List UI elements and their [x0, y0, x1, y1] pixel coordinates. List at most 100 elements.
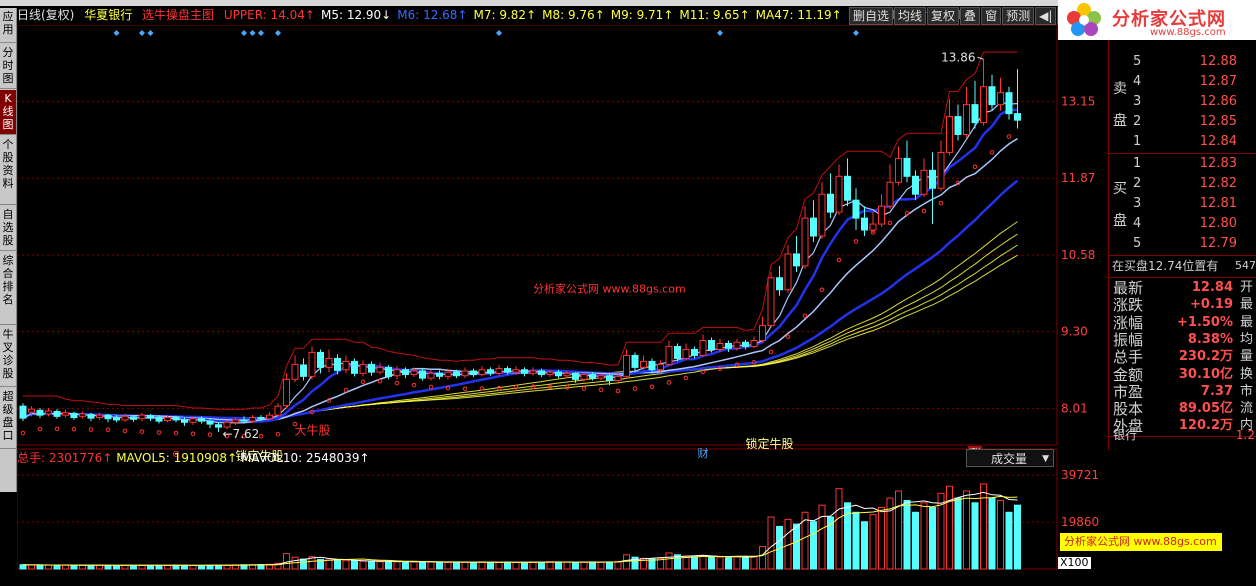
support-dot	[836, 257, 842, 263]
support-dot	[972, 164, 978, 170]
title-button-2[interactable]: 复权	[927, 7, 960, 25]
candle-body	[767, 277, 775, 327]
support-dot	[122, 428, 128, 434]
support-dot	[768, 349, 774, 355]
support-dot	[190, 431, 196, 437]
candle-body	[113, 417, 120, 421]
left-tab-2[interactable]: K线图	[0, 90, 16, 135]
candle-body	[206, 420, 214, 425]
indicator-value-3: M7: 9.82↑	[473, 8, 537, 22]
volume-bar	[45, 564, 52, 570]
volume-bar	[801, 511, 809, 570]
candle-body	[155, 417, 163, 422]
title-button-6[interactable]: ◀|	[1035, 7, 1057, 25]
volume-bar	[844, 502, 851, 570]
ma6-line	[22, 108, 1018, 424]
support-dot	[853, 239, 859, 244]
left-tab-7[interactable]: 超级盘口	[0, 388, 16, 449]
left-tab-3[interactable]: 个股资料	[0, 136, 16, 205]
diamond-marker	[241, 30, 247, 36]
left-tab-6[interactable]: 牛叉诊股	[0, 326, 16, 387]
volume-bar	[665, 552, 673, 570]
indicator-value-0: UPPER: 14.04↑	[223, 8, 315, 22]
quote-panel: 卖 盘 买 盘 5 12.88 4 12.87 3 12.86 2 12.85 1 12.84 1 1…	[1108, 40, 1256, 450]
volume-bar	[529, 561, 537, 570]
title-button-0[interactable]: 删自选	[849, 7, 894, 25]
candle-body	[147, 415, 154, 419]
candle-body	[538, 370, 545, 376]
left-tab-4[interactable]: 自选股	[0, 206, 16, 251]
volume-bar	[478, 561, 486, 570]
candle-body	[198, 418, 205, 422]
candle-body	[53, 411, 61, 417]
volume-bar	[427, 561, 435, 570]
volume-bar	[912, 511, 919, 570]
buy-row-1[interactable]: 2 12.82	[1109, 174, 1256, 194]
support-dot	[20, 430, 26, 436]
candle-body	[793, 253, 800, 267]
sell-level: 4	[1133, 74, 1142, 89]
candle-body	[359, 363, 367, 374]
buy-row-4[interactable]: 5 12.79	[1109, 234, 1256, 254]
candle-body	[742, 341, 749, 347]
ma60-line	[22, 179, 1019, 420]
candle-body	[164, 417, 171, 422]
candle-body	[801, 217, 809, 267]
y-tick-label: 11.87	[1061, 171, 1095, 185]
title-button-4[interactable]: 窗	[981, 7, 1002, 25]
candle-body	[827, 193, 834, 213]
stock-name: 华夏银行	[84, 8, 133, 22]
sell-row-0[interactable]: 5 12.88	[1109, 52, 1256, 72]
buy-row-2[interactable]: 3 12.81	[1109, 194, 1256, 214]
title-button-3[interactable]: 叠	[960, 7, 981, 25]
buy-row-0[interactable]: 1 12.83	[1109, 154, 1256, 174]
kline-chart[interactable]: 8.01 9.30 10.58 11.87 13.15 13.86 ←7.62 大牛股锁定牛股…	[17, 25, 1107, 575]
volume-indicator-select[interactable]: 成交量 ▼	[966, 449, 1054, 467]
support-dot	[649, 384, 655, 390]
candle-body	[79, 413, 86, 417]
left-tab-0[interactable]: 应用	[0, 8, 16, 43]
buy-level: 5	[1133, 236, 1142, 251]
sell-row-2[interactable]: 3 12.86	[1109, 92, 1256, 112]
support-dot	[71, 426, 77, 432]
candle-body	[257, 417, 265, 420]
candle-body	[427, 372, 435, 379]
volume-bar	[385, 560, 392, 570]
support-dot	[921, 208, 927, 214]
title-button-1[interactable]: 均线	[894, 7, 927, 25]
volume-bar	[62, 564, 69, 570]
candle-body	[640, 360, 647, 368]
volume-bar	[189, 564, 197, 570]
ma-yellow-40	[22, 221, 1018, 419]
sell-row-1[interactable]: 4 12.87	[1109, 72, 1256, 92]
volume-legend: 总手: 2301776↑ MAVOL5: 1910908↑ MAVOL10: 2…	[17, 451, 370, 465]
left-tab-5[interactable]: 综合排名	[0, 252, 16, 325]
candle-body	[997, 92, 1004, 106]
candle-body	[971, 104, 979, 124]
sell-price: 12.86	[1199, 94, 1237, 109]
volume-bar	[461, 561, 469, 570]
support-dot	[173, 430, 179, 436]
left-tab-1[interactable]: 分时图	[0, 44, 16, 89]
volume-bar	[300, 558, 307, 570]
title-button-5[interactable]: 预测	[1002, 7, 1035, 25]
volume-bar	[963, 490, 970, 570]
candle-body	[393, 369, 401, 377]
support-dot	[207, 432, 213, 437]
support-dot	[377, 378, 383, 384]
volume-bar	[181, 564, 188, 570]
support-dot	[1006, 134, 1012, 139]
chevron-down-icon: ▼	[1042, 454, 1049, 464]
sell-row-4[interactable]: 1 12.84	[1109, 132, 1256, 152]
volume-bar	[954, 497, 962, 570]
sector-label: 银行	[1113, 428, 1138, 442]
candle-body	[334, 357, 341, 371]
buy-row-3[interactable]: 4 12.80	[1109, 214, 1256, 234]
volume-bar	[53, 564, 61, 570]
ma5-line	[22, 101, 1018, 424]
volume-bar	[512, 561, 520, 570]
bid-queue-value: 547	[1235, 259, 1256, 272]
sell-row-3[interactable]: 2 12.85	[1109, 112, 1256, 132]
volume-bar	[708, 555, 715, 570]
candle-body	[657, 363, 664, 371]
